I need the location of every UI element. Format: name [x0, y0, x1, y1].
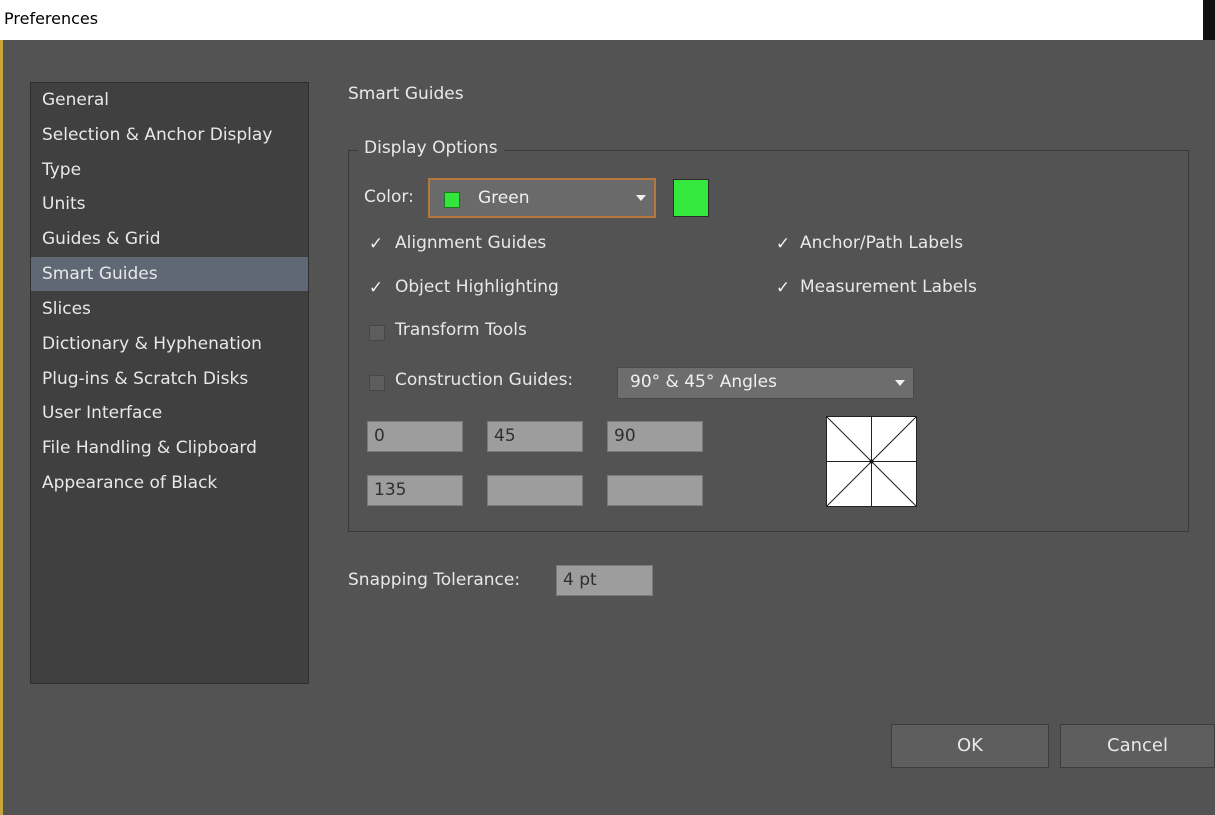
- angle-field-4[interactable]: 135: [367, 475, 463, 506]
- sidebar-item-dictionary-hyphenation[interactable]: Dictionary & Hyphenation: [31, 327, 308, 361]
- sidebar-item-slices[interactable]: Slices: [31, 292, 308, 326]
- category-list: General Selection & Anchor Display Type …: [30, 82, 309, 684]
- chevron-down-icon: [636, 195, 646, 201]
- cancel-button[interactable]: Cancel: [1060, 724, 1215, 768]
- construction-guides-dropdown[interactable]: 90° & 45° Angles: [617, 367, 914, 399]
- snapping-tolerance-label: Snapping Tolerance:: [348, 570, 521, 590]
- object-highlighting-label: Object Highlighting: [395, 277, 559, 297]
- alignment-guides-label: Alignment Guides: [395, 233, 547, 253]
- sidebar-item-type[interactable]: Type: [31, 153, 308, 187]
- color-swatch-button[interactable]: [673, 179, 709, 217]
- angle-field-1[interactable]: 0: [367, 421, 463, 452]
- sidebar-item-general[interactable]: General: [31, 83, 308, 117]
- alignment-guides-checkbox[interactable]: ✓: [368, 236, 384, 253]
- display-options-label: Display Options: [358, 138, 504, 158]
- construction-guides-value: 90° & 45° Angles: [630, 372, 777, 392]
- sidebar-item-units[interactable]: Units: [31, 187, 308, 221]
- measurement-labels-checkbox[interactable]: ✓: [775, 280, 791, 297]
- sidebar-item-plugins-scratch-disks[interactable]: Plug-ins & Scratch Disks: [31, 362, 308, 396]
- sidebar-item-guides-grid[interactable]: Guides & Grid: [31, 222, 308, 256]
- angle-field-3[interactable]: 90: [607, 421, 703, 452]
- section-title: Smart Guides: [348, 84, 464, 104]
- angle-field-2[interactable]: 45: [487, 421, 583, 452]
- color-dropdown[interactable]: Green: [428, 178, 656, 218]
- window-title: Preferences: [4, 9, 99, 28]
- construction-guides-checkbox[interactable]: [369, 375, 385, 391]
- transform-tools-label: Transform Tools: [395, 320, 527, 340]
- angle-field-6[interactable]: [607, 475, 703, 506]
- sidebar-item-file-handling-clipboard[interactable]: File Handling & Clipboard: [31, 431, 308, 465]
- color-chip: [444, 192, 460, 208]
- angle-field-5[interactable]: [487, 475, 583, 506]
- angles-preview: [826, 416, 917, 507]
- title-bar: Preferences: [0, 0, 1215, 41]
- construction-guides-label: Construction Guides:: [395, 370, 574, 390]
- measurement-labels-label: Measurement Labels: [800, 277, 977, 297]
- chevron-down-icon: [895, 380, 905, 386]
- sidebar-item-smart-guides[interactable]: Smart Guides: [31, 257, 308, 291]
- sidebar-item-user-interface[interactable]: User Interface: [31, 396, 308, 430]
- color-dropdown-value: Green: [478, 188, 530, 208]
- title-bar-corner: [1203, 0, 1215, 40]
- angles-preview-icon: [826, 416, 917, 507]
- sidebar-item-selection-anchor-display[interactable]: Selection & Anchor Display: [31, 118, 308, 152]
- color-label: Color:: [364, 187, 414, 207]
- anchor-path-labels-label: Anchor/Path Labels: [800, 233, 964, 253]
- object-highlighting-checkbox[interactable]: ✓: [368, 280, 384, 297]
- transform-tools-checkbox[interactable]: [369, 325, 385, 341]
- sidebar-item-appearance-of-black[interactable]: Appearance of Black: [31, 466, 308, 500]
- anchor-path-labels-checkbox[interactable]: ✓: [775, 236, 791, 253]
- ok-button[interactable]: OK: [891, 724, 1049, 768]
- snapping-tolerance-input[interactable]: 4 pt: [556, 565, 653, 596]
